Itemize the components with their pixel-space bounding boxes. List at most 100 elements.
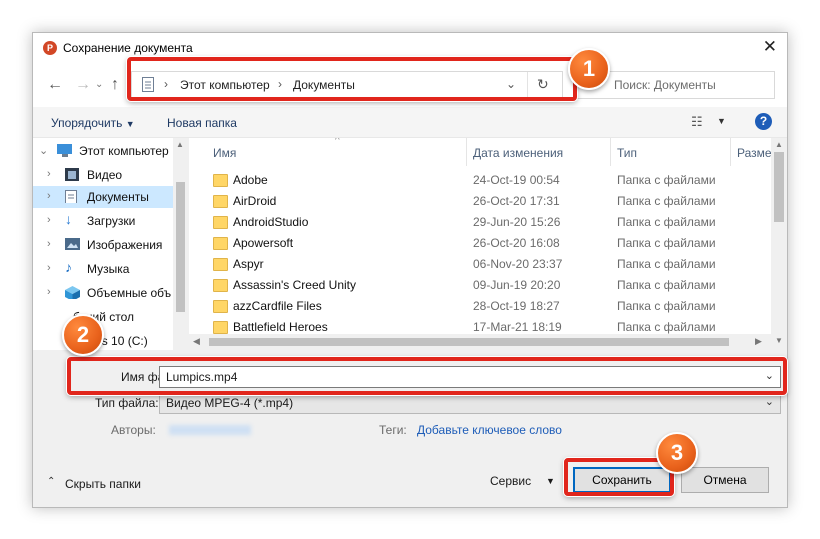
scroll-up-icon[interactable]: ▲ xyxy=(775,140,783,149)
file-date: 28-Oct-19 18:27 xyxy=(473,299,560,313)
file-type: Папка с файлами xyxy=(617,236,716,250)
folder-icon xyxy=(213,300,228,313)
scroll-right-icon[interactable]: ▶ xyxy=(755,336,762,347)
collapsed-chevron-icon[interactable]: › xyxy=(47,286,51,298)
scroll-down-icon[interactable]: ▼ xyxy=(775,336,783,345)
scroll-thumb[interactable] xyxy=(209,338,729,346)
up-arrow-icon[interactable]: ↑ xyxy=(111,76,119,94)
tree-item-downloads[interactable]: › ↓ Загрузки xyxy=(33,210,173,232)
tree-scrollbar[interactable]: ▲ xyxy=(173,138,188,350)
navigation-tree: ⌄ Этот компьютер › Видео › Документы › ↓… xyxy=(33,138,173,350)
search-input[interactable]: Поиск: Документы xyxy=(614,78,716,92)
scroll-thumb[interactable] xyxy=(176,182,185,312)
filetype-dropdown-icon[interactable]: ⌄ xyxy=(765,395,774,408)
collapsed-chevron-icon[interactable]: › xyxy=(47,238,51,250)
file-list-horizontal-scrollbar[interactable]: ◀ ▶ xyxy=(189,334,771,350)
highlight-filename-field xyxy=(67,357,787,395)
file-name: Apowersoft xyxy=(233,236,294,250)
pictures-icon xyxy=(65,238,80,250)
file-type: Папка с файлами xyxy=(617,278,716,292)
toolbar: Упорядочить ▼ Новая папка ☷ ▼ ? xyxy=(33,107,787,138)
tree-item-label: Музыка xyxy=(87,262,130,276)
column-separator xyxy=(610,138,611,166)
file-row[interactable]: Assassin's Creed Unity 09-Jun-19 20:20 П… xyxy=(189,275,771,296)
column-header-type[interactable]: Тип xyxy=(617,146,637,160)
folder-icon xyxy=(213,237,228,250)
sort-ascending-icon: ^ xyxy=(335,138,340,146)
tree-item-3d-objects[interactable]: › Объемные объ xyxy=(33,282,173,304)
file-list-vertical-scrollbar[interactable]: ▲ ▼ xyxy=(771,138,787,350)
view-dropdown-icon[interactable]: ▼ xyxy=(717,116,726,126)
tree-item-label: Загрузки xyxy=(87,214,136,228)
filetype-label: Тип файла: xyxy=(95,396,159,410)
column-header-size[interactable]: Разме xyxy=(737,146,771,160)
file-row[interactable]: Aspyr 06-Nov-20 23:37 Папка с файлами xyxy=(189,254,771,275)
view-options-icon[interactable]: ☷ xyxy=(691,114,703,130)
file-name: Assassin's Creed Unity xyxy=(233,278,356,292)
service-dropdown-icon[interactable]: ▼ xyxy=(546,476,555,486)
organize-label: Упорядочить xyxy=(51,116,123,130)
help-icon[interactable]: ? xyxy=(755,113,772,130)
folder-icon xyxy=(213,216,228,229)
file-type: Папка с файлами xyxy=(617,299,716,313)
file-type: Папка с файлами xyxy=(617,173,716,187)
new-folder-button[interactable]: Новая папка xyxy=(167,116,237,130)
tree-item-pictures[interactable]: › Изображения xyxy=(33,234,173,256)
add-tag-link[interactable]: Добавьте ключевое слово xyxy=(417,423,562,437)
collapsed-chevron-icon[interactable]: › xyxy=(47,214,51,226)
file-name: azzCardfile Files xyxy=(233,299,322,313)
file-type: Папка с файлами xyxy=(617,257,716,271)
cancel-button[interactable]: Отмена xyxy=(681,467,769,493)
column-header-row: Имя ^ Дата изменения Тип Разме xyxy=(189,138,771,166)
authors-value-blurred[interactable] xyxy=(169,425,251,435)
service-button[interactable]: Сервис xyxy=(490,474,531,488)
file-row[interactable]: azzCardfile Files 28-Oct-19 18:27 Папка … xyxy=(189,296,771,317)
file-date: 09-Jun-19 20:20 xyxy=(473,278,561,292)
tree-item-label: Изображения xyxy=(87,238,163,252)
filetype-select[interactable]: Видео MPEG-4 (*.mp4) ⌄ xyxy=(159,392,781,414)
expanded-chevron-icon[interactable]: ⌄ xyxy=(39,144,48,157)
file-list: Имя ^ Дата изменения Тип Разме Adobe 24-… xyxy=(189,138,771,350)
close-icon[interactable]: ✕ xyxy=(763,37,777,57)
file-row[interactable]: Apowersoft 26-Oct-20 16:08 Папка с файла… xyxy=(189,233,771,254)
scroll-left-icon[interactable]: ◀ xyxy=(193,336,200,347)
tree-item-desktop[interactable]: бочий стол xyxy=(33,306,173,328)
organize-dropdown-icon: ▼ xyxy=(125,119,135,129)
file-date: 26-Oct-20 17:31 xyxy=(473,194,560,208)
download-icon: ↓ xyxy=(65,211,72,227)
file-row[interactable]: AirDroid 26-Oct-20 17:31 Папка с файлами xyxy=(189,191,771,212)
folder-icon xyxy=(213,174,228,187)
tags-label: Теги: xyxy=(379,423,407,437)
file-name: Adobe xyxy=(233,173,268,187)
collapsed-chevron-icon[interactable]: › xyxy=(47,168,51,180)
recent-locations-chevron-icon[interactable]: ⌄ xyxy=(95,79,103,90)
column-separator xyxy=(466,138,467,166)
tree-item-label: Этот компьютер xyxy=(79,144,169,158)
scroll-up-icon[interactable]: ▲ xyxy=(176,140,184,149)
back-arrow-icon[interactable]: ← xyxy=(47,76,63,94)
column-header-name[interactable]: Имя xyxy=(213,146,236,160)
folder-icon xyxy=(213,195,228,208)
file-date: 24-Oct-19 00:54 xyxy=(473,173,560,187)
file-row[interactable]: Adobe 24-Oct-19 00:54 Папка с файлами xyxy=(189,170,771,191)
column-header-date[interactable]: Дата изменения xyxy=(473,146,563,160)
computer-icon xyxy=(57,144,72,157)
filetype-value: Видео MPEG-4 (*.mp4) xyxy=(166,396,294,410)
file-type: Папка с файлами xyxy=(617,320,716,334)
file-date: 29-Jun-20 15:26 xyxy=(473,215,561,229)
file-row[interactable]: AndroidStudio 29-Jun-20 15:26 Папка с фа… xyxy=(189,212,771,233)
scroll-thumb[interactable] xyxy=(774,152,784,222)
tree-item-label: Видео xyxy=(87,168,123,182)
hide-folders-chevron-icon[interactable]: ⌃ xyxy=(47,476,55,487)
tree-item-video[interactable]: › Видео xyxy=(33,164,173,186)
column-separator xyxy=(730,138,731,166)
tree-item-music[interactable]: › ♪ Музыка xyxy=(33,258,173,280)
organize-button[interactable]: Упорядочить ▼ xyxy=(51,116,135,130)
tree-item-documents[interactable]: › Документы xyxy=(33,186,173,208)
hide-folders-button[interactable]: Скрыть папки xyxy=(65,477,141,491)
tree-item-this-pc[interactable]: ⌄ Этот компьютер xyxy=(33,140,173,162)
file-type: Папка с файлами xyxy=(617,194,716,208)
collapsed-chevron-icon[interactable]: › xyxy=(47,190,51,202)
forward-arrow-icon[interactable]: → xyxy=(75,76,91,94)
collapsed-chevron-icon[interactable]: › xyxy=(47,262,51,274)
